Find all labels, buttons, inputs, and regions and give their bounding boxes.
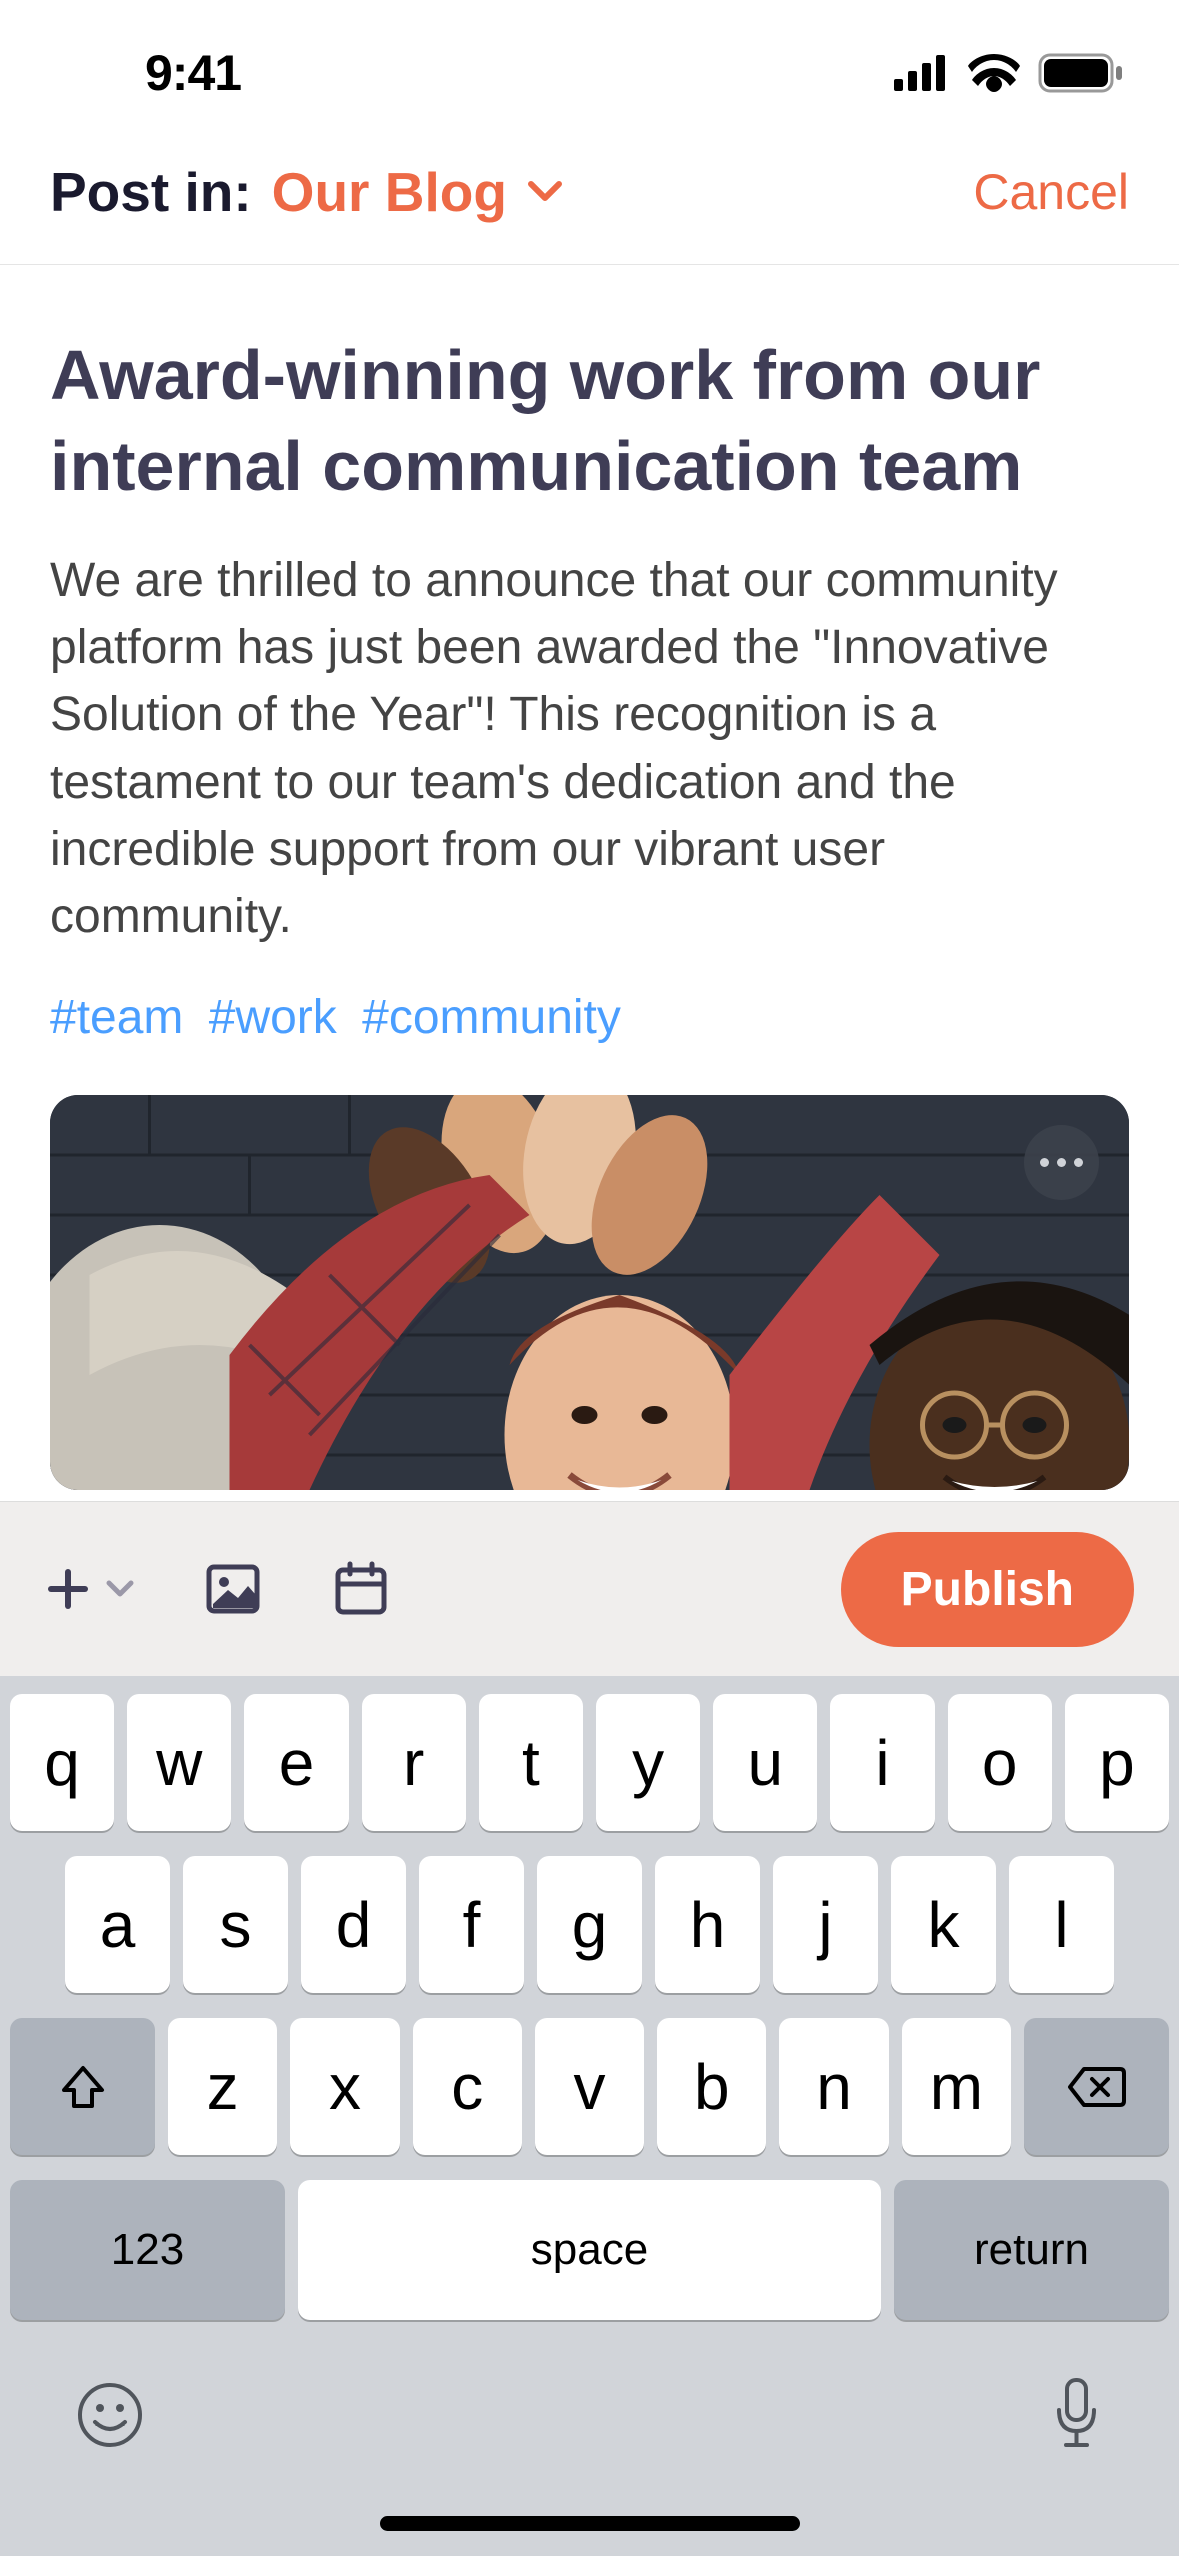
key-k[interactable]: k <box>891 1856 996 1993</box>
plus-icon <box>45 1566 91 1612</box>
key-b[interactable]: b <box>657 2018 766 2155</box>
key-m[interactable]: m <box>902 2018 1011 2155</box>
dot-icon <box>1057 1158 1066 1167</box>
key-c[interactable]: c <box>413 2018 522 2155</box>
blog-selector[interactable]: Our Blog <box>272 160 563 224</box>
key-f[interactable]: f <box>419 1856 524 1993</box>
key-g[interactable]: g <box>537 1856 642 1993</box>
publish-button[interactable]: Publish <box>841 1532 1134 1647</box>
chevron-down-icon <box>106 1580 134 1598</box>
cancel-button[interactable]: Cancel <box>973 163 1129 221</box>
key-q[interactable]: q <box>10 1694 114 1831</box>
add-button[interactable] <box>45 1566 134 1612</box>
post-body[interactable]: We are thrilled to announce that our com… <box>50 547 1129 950</box>
keyboard-row-2: a s d f g h j k l <box>10 1856 1169 1993</box>
key-u[interactable]: u <box>713 1694 817 1831</box>
key-y[interactable]: y <box>596 1694 700 1831</box>
key-p[interactable]: p <box>1065 1694 1169 1831</box>
microphone-icon[interactable] <box>1049 2375 1104 2455</box>
key-z[interactable]: z <box>168 2018 277 2155</box>
keyboard-row-4: 123 space return <box>10 2180 1169 2320</box>
shift-icon <box>58 2062 108 2112</box>
key-s[interactable]: s <box>183 1856 288 1993</box>
key-h[interactable]: h <box>655 1856 760 1993</box>
keyboard-bottom <box>10 2345 1169 2455</box>
status-icons <box>894 53 1124 93</box>
post-title[interactable]: Award-winning work from our internal com… <box>50 330 1129 512</box>
key-backspace[interactable] <box>1024 2018 1169 2155</box>
cellular-icon <box>894 55 950 91</box>
key-v[interactable]: v <box>535 2018 644 2155</box>
key-a[interactable]: a <box>65 1856 170 1993</box>
key-d[interactable]: d <box>301 1856 406 1993</box>
image-options-button[interactable] <box>1024 1125 1099 1200</box>
key-i[interactable]: i <box>830 1694 934 1831</box>
key-l[interactable]: l <box>1009 1856 1114 1993</box>
dot-icon <box>1074 1158 1083 1167</box>
hashtag[interactable]: #team <box>50 991 183 1044</box>
keyboard-row-3: z x c v b n m <box>10 2018 1169 2155</box>
key-r[interactable]: r <box>362 1694 466 1831</box>
calendar-icon <box>332 1560 390 1618</box>
attached-image[interactable] <box>50 1095 1129 1490</box>
key-space[interactable]: space <box>298 2180 881 2320</box>
key-w[interactable]: w <box>127 1694 231 1831</box>
hashtag[interactable]: #community <box>362 991 621 1044</box>
status-bar: 9:41 <box>0 0 1179 130</box>
key-x[interactable]: x <box>290 2018 399 2155</box>
key-o[interactable]: o <box>948 1694 1052 1831</box>
key-return[interactable]: return <box>894 2180 1169 2320</box>
post-in-label: Post in: <box>50 160 252 224</box>
key-n[interactable]: n <box>779 2018 888 2155</box>
dot-icon <box>1040 1158 1049 1167</box>
battery-icon <box>1038 53 1124 93</box>
calendar-button[interactable] <box>332 1560 390 1618</box>
compose-toolbar: Publish <box>0 1501 1179 1676</box>
key-e[interactable]: e <box>244 1694 348 1831</box>
emoji-icon[interactable] <box>75 2380 145 2450</box>
backspace-icon <box>1066 2065 1126 2109</box>
keyboard-row-1: q w e r t y u i o p <box>10 1694 1169 1831</box>
compose-header: Post in: Our Blog Cancel <box>0 130 1179 265</box>
key-t[interactable]: t <box>479 1694 583 1831</box>
header-left: Post in: Our Blog <box>50 160 563 224</box>
chevron-down-icon <box>527 180 563 204</box>
hashtag[interactable]: #work <box>209 991 337 1044</box>
compose-content: Award-winning work from our internal com… <box>0 265 1179 1490</box>
image-button[interactable] <box>204 1560 262 1618</box>
keyboard: q w e r t y u i o p a s d f g h j k l z … <box>0 1676 1179 2556</box>
home-indicator[interactable] <box>380 2516 800 2531</box>
blog-name: Our Blog <box>272 160 507 224</box>
key-j[interactable]: j <box>773 1856 878 1993</box>
key-numbers[interactable]: 123 <box>10 2180 285 2320</box>
hashtags[interactable]: #team #work #community <box>50 990 1129 1045</box>
key-shift[interactable] <box>10 2018 155 2155</box>
status-time: 9:41 <box>145 44 241 102</box>
image-icon <box>204 1560 262 1618</box>
wifi-icon <box>968 54 1020 92</box>
